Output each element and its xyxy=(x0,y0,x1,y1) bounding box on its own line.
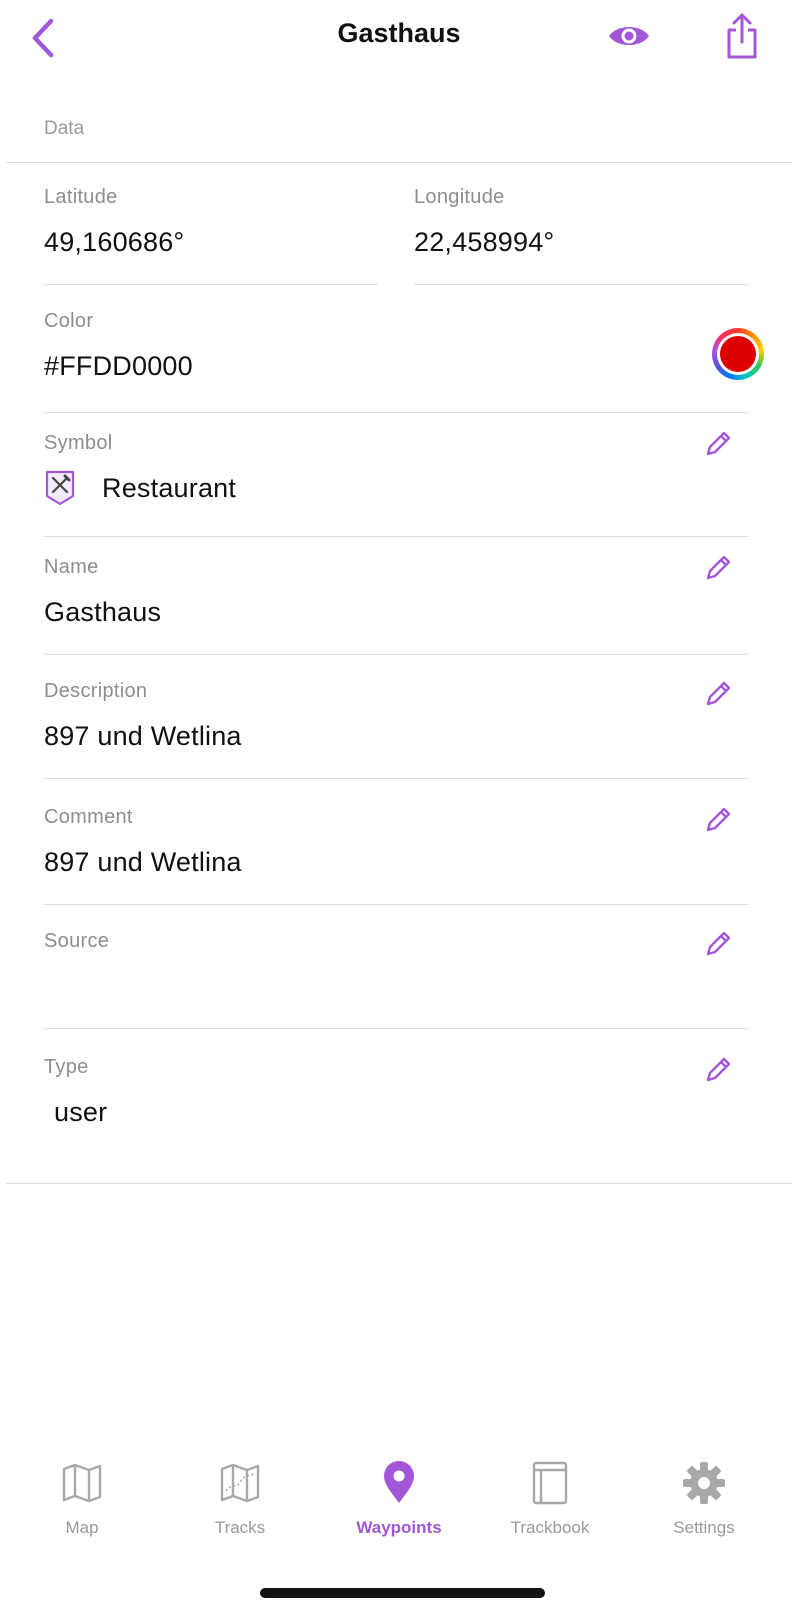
type-label: Type xyxy=(44,1056,89,1078)
tab-waypoints-label: Waypoints xyxy=(356,1518,442,1537)
tab-tracks-icon-wrap xyxy=(217,1460,263,1506)
back-button[interactable] xyxy=(22,14,62,62)
tab-map-label: Map xyxy=(65,1518,99,1537)
comment-divider xyxy=(44,904,748,905)
edit-source-button[interactable] xyxy=(698,924,738,964)
edit-description-button[interactable] xyxy=(698,674,738,714)
gear-icon xyxy=(683,1462,725,1504)
color-label: Color xyxy=(44,310,94,332)
symbol-value: Restaurant xyxy=(102,472,237,503)
section-header: Data xyxy=(44,118,85,139)
edit-name-button[interactable] xyxy=(698,548,738,588)
longitude-label: Longitude xyxy=(414,186,505,208)
description-divider xyxy=(44,778,748,779)
tracks-icon xyxy=(220,1463,260,1503)
tab-waypoints-icon-wrap xyxy=(376,1460,422,1506)
symbol-row: Restaurant xyxy=(44,469,236,507)
longitude-value[interactable]: 22,458994° xyxy=(414,227,554,258)
color-swatch xyxy=(720,336,756,372)
latitude-value[interactable]: 49,160686° xyxy=(44,227,184,258)
tab-trackbook-icon-wrap xyxy=(527,1460,573,1506)
comment-field: Comment 897 und Wetlina xyxy=(44,806,242,878)
chevron-left-icon xyxy=(32,18,54,58)
tab-tracks-label: Tracks xyxy=(214,1518,266,1537)
tab-tracks[interactable]: Tracks xyxy=(170,1460,310,1538)
comment-label: Comment xyxy=(44,806,133,828)
tab-bar: Map Tracks Waypoints Trackbook Settings xyxy=(0,1460,798,1570)
latitude-field: Latitude 49,160686° xyxy=(44,186,184,258)
edit-symbol-button[interactable] xyxy=(698,424,738,464)
symbol-divider xyxy=(44,536,748,537)
tab-trackbook[interactable]: Trackbook xyxy=(480,1460,620,1538)
edit-type-button[interactable] xyxy=(698,1050,738,1090)
share-icon xyxy=(727,13,757,59)
source-label: Source xyxy=(44,930,110,952)
tab-waypoints[interactable]: Waypoints xyxy=(329,1460,469,1538)
description-value: 897 und Wetlina xyxy=(44,721,242,751)
tab-settings-label: Settings xyxy=(673,1518,735,1537)
section-bottom-divider xyxy=(6,1183,792,1184)
tab-map-icon-wrap xyxy=(59,1460,105,1506)
waypoint-pin-icon xyxy=(384,1461,414,1503)
latitude-label: Latitude xyxy=(44,186,118,208)
share-button[interactable] xyxy=(718,8,766,64)
visibility-toggle-button[interactable] xyxy=(605,18,653,54)
color-swatch-ring xyxy=(717,333,759,375)
pencil-icon xyxy=(706,1057,731,1082)
description-field: Description 897 und Wetlina xyxy=(44,680,242,752)
restaurant-icon xyxy=(45,470,75,506)
tab-trackbook-label: Trackbook xyxy=(510,1518,590,1537)
color-value: #FFDD0000 xyxy=(44,351,193,381)
name-divider xyxy=(44,654,748,655)
home-indicator[interactable] xyxy=(260,1588,545,1598)
trackbook-icon xyxy=(532,1461,568,1505)
latitude-divider xyxy=(44,284,378,285)
map-icon xyxy=(62,1463,102,1503)
pencil-icon xyxy=(706,807,731,832)
name-field: Name Gasthaus xyxy=(44,556,161,628)
longitude-field: Longitude 22,458994° xyxy=(414,186,554,258)
pencil-icon xyxy=(706,431,731,456)
color-field: Color #FFDD0000 xyxy=(44,310,193,382)
longitude-divider xyxy=(414,284,748,285)
source-field: Source xyxy=(44,930,109,971)
page-title: Gasthaus xyxy=(337,18,461,48)
tab-settings-icon-wrap xyxy=(681,1460,727,1506)
edit-comment-button[interactable] xyxy=(698,800,738,840)
color-picker-button[interactable] xyxy=(712,328,764,380)
pencil-icon xyxy=(706,931,731,956)
section-divider xyxy=(6,162,792,163)
pencil-icon xyxy=(706,681,731,706)
color-divider xyxy=(44,412,748,413)
name-label: Name xyxy=(44,556,99,578)
type-field: Type user xyxy=(44,1056,107,1128)
type-value: user xyxy=(54,1097,108,1127)
tab-map[interactable]: Map xyxy=(12,1460,152,1538)
name-value: Gasthaus xyxy=(44,597,162,627)
symbol-label: Symbol xyxy=(44,432,113,454)
navigation-bar: Gasthaus xyxy=(0,0,798,80)
description-label: Description xyxy=(44,680,148,702)
pencil-icon xyxy=(706,555,731,580)
source-divider xyxy=(44,1028,748,1029)
tab-settings[interactable]: Settings xyxy=(634,1460,774,1538)
comment-value: 897 und Wetlina xyxy=(44,847,242,877)
eye-icon xyxy=(609,27,649,45)
symbol-field: Symbol Restaurant xyxy=(44,432,236,507)
